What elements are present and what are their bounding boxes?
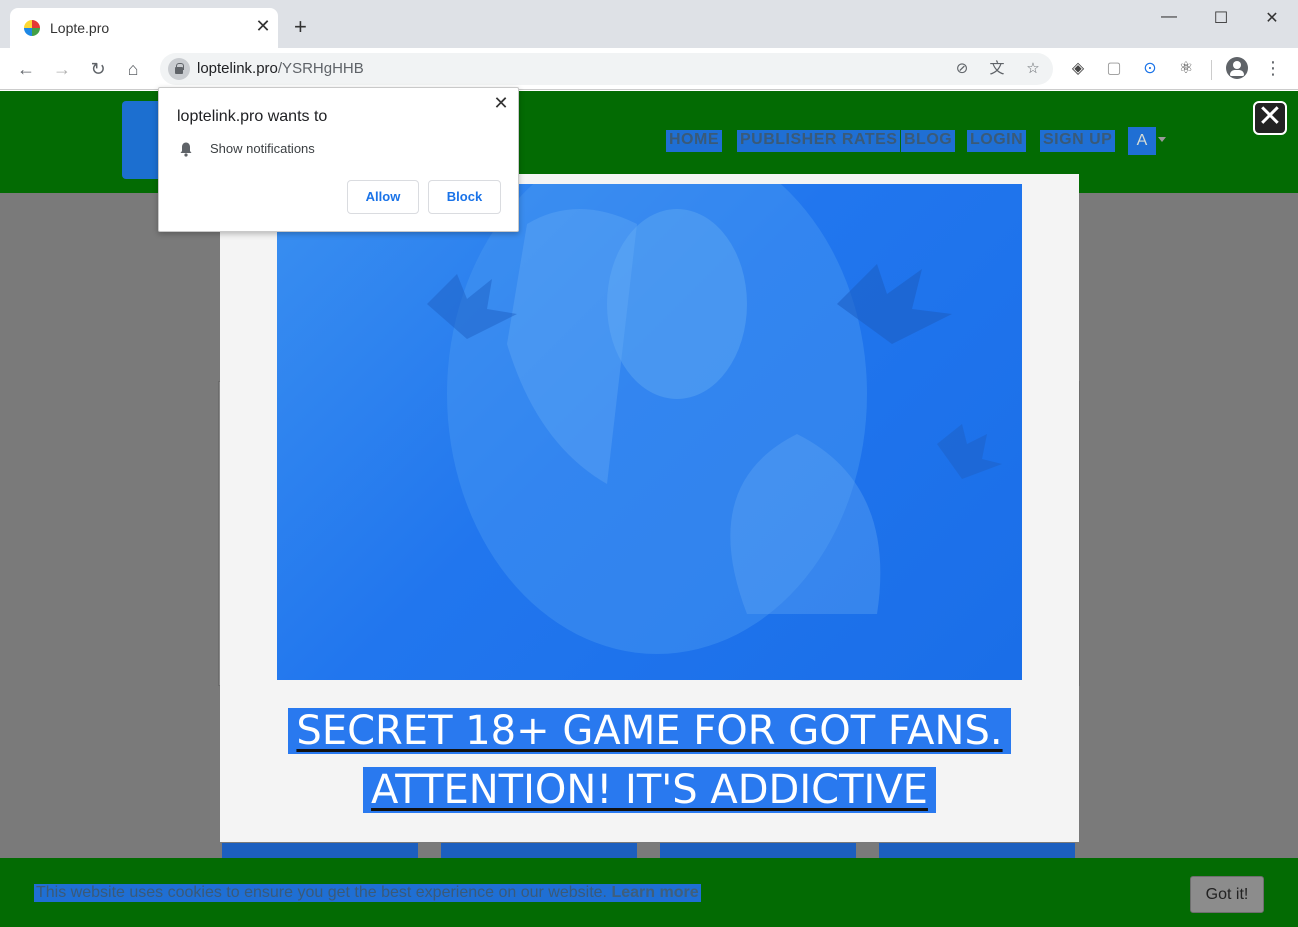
nav-home-link[interactable]: HOME xyxy=(666,130,722,152)
lock-icon[interactable] xyxy=(168,58,190,80)
extension-diamond-icon[interactable]: ◈ xyxy=(1067,58,1089,80)
window-maximize-button[interactable]: ☐ xyxy=(1206,8,1236,28)
permission-item: Show notifications xyxy=(210,141,315,156)
block-button[interactable]: Block xyxy=(428,180,501,214)
ad-headline-link[interactable]: SECRET 18+ GAME FOR GOT FANS. ATTENTION!… xyxy=(220,702,1079,820)
browser-tab[interactable]: Lopte.pro ✕ xyxy=(10,8,278,48)
nav-blog-link[interactable]: BLOG xyxy=(901,130,956,152)
site-logo[interactable] xyxy=(122,101,162,179)
ad-close-icon[interactable]: ✕ xyxy=(1253,101,1287,135)
ad-headline-line1[interactable]: SECRET 18+ GAME FOR GOT FANS. xyxy=(288,708,1011,754)
permission-close-icon[interactable]: ✕ xyxy=(492,94,510,112)
reload-icon[interactable]: ↻ xyxy=(86,57,110,81)
nav-sign-up-link[interactable]: SIGN UP xyxy=(1040,130,1116,152)
tab-close-icon[interactable]: ✕ xyxy=(254,17,272,35)
site-favicon-icon xyxy=(24,20,40,36)
cookie-text: This website uses cookies to ensure you … xyxy=(36,884,607,901)
cookie-message: This website uses cookies to ensure you … xyxy=(34,884,701,902)
language-icon[interactable]: A xyxy=(1128,127,1156,155)
cookie-consent-bar: This website uses cookies to ensure you … xyxy=(0,858,1298,927)
nav-publisher-rates-link[interactable]: PUBLISHER RATES xyxy=(737,130,901,152)
extension-atom-icon[interactable]: ⚛ xyxy=(1175,58,1197,80)
nav-login-link[interactable]: LOGIN xyxy=(967,130,1027,152)
notifications-blocked-icon[interactable]: ⊘ xyxy=(952,59,972,79)
back-arrow-icon[interactable]: ← xyxy=(14,57,38,81)
bell-icon xyxy=(180,142,192,157)
ad-headline-line2[interactable]: ATTENTION! IT'S ADDICTIVE xyxy=(363,767,936,813)
forward-arrow-icon[interactable]: → xyxy=(50,57,74,81)
browser-menu-icon[interactable]: ⋮ xyxy=(1264,57,1282,79)
allow-button[interactable]: Allow xyxy=(347,180,419,214)
window-close-button[interactable]: ✕ xyxy=(1257,8,1287,28)
toolbar-separator xyxy=(1211,60,1212,80)
ad-image[interactable] xyxy=(277,184,1022,680)
tab-title: Lopte.pro xyxy=(50,20,110,36)
browser-titlebar: Lopte.pro ✕ + — ☐ ✕ xyxy=(0,0,1298,48)
extension-puzzle-icon[interactable]: ▢ xyxy=(1103,58,1125,80)
cookie-accept-button[interactable]: Got it! xyxy=(1190,876,1264,913)
notification-permission-popup: loptelink.pro wants to ✕ Show notificati… xyxy=(158,87,519,232)
home-icon[interactable]: ⌂ xyxy=(121,57,145,81)
url-path: /YSRHgHHB xyxy=(277,60,364,77)
bookmark-star-icon[interactable]: ☆ xyxy=(1023,59,1043,79)
address-bar[interactable]: loptelink.pro/YSRHgHHB ⊘ 文 ☆ xyxy=(160,53,1053,85)
new-tab-button[interactable]: + xyxy=(294,16,307,38)
window-minimize-button[interactable]: — xyxy=(1154,8,1184,28)
ad-modal: SECRET 18+ GAME FOR GOT FANS. ATTENTION!… xyxy=(220,174,1079,842)
url-host: loptelink.pro xyxy=(197,60,278,77)
translate-icon[interactable]: 文 xyxy=(987,59,1007,79)
profile-avatar-icon[interactable] xyxy=(1226,57,1248,79)
url-text[interactable]: loptelink.pro/YSRHgHHB xyxy=(197,60,364,77)
extension-search-icon[interactable]: ⊙ xyxy=(1139,58,1161,80)
permission-title: loptelink.pro wants to xyxy=(177,108,328,125)
cookie-learn-more-link[interactable]: Learn more xyxy=(611,884,698,901)
browser-toolbar: ← → ↻ ⌂ loptelink.pro/YSRHgHHB ⊘ 文 ☆ ◈ ▢… xyxy=(0,48,1298,90)
ad-illustration xyxy=(427,184,1002,654)
chevron-down-icon[interactable] xyxy=(1158,137,1166,142)
